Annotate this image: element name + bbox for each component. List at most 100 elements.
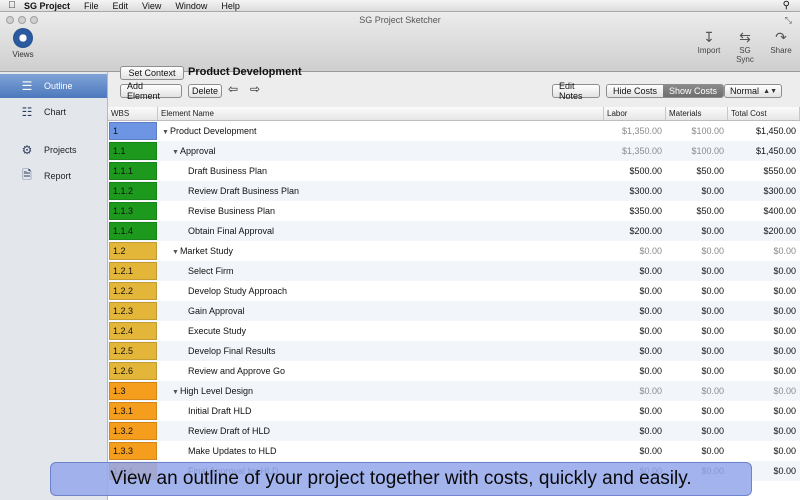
header-wbs[interactable]: WBS — [108, 107, 158, 120]
wbs-cell[interactable]: 1.1 — [109, 142, 157, 160]
table-row[interactable]: 1.2.4 Execute Study $0.00 $0.00 $0.00 — [108, 321, 800, 341]
element-name-cell[interactable]: ▼Product Development — [158, 126, 604, 136]
wbs-cell[interactable]: 1.3 — [109, 382, 157, 400]
element-name-cell[interactable]: Execute Study — [158, 326, 604, 336]
element-name-text: Gain Approval — [188, 306, 245, 316]
header-total-cost[interactable]: Total Cost — [728, 107, 800, 120]
header-element-name[interactable]: Element Name — [158, 107, 604, 120]
element-name-text: Approval — [179, 146, 216, 156]
sidebar-item-report[interactable]: 🗎 Report — [0, 164, 107, 188]
wbs-cell[interactable]: 1.2.1 — [109, 262, 157, 280]
table-row[interactable]: 1.3.2 Review Draft of HLD $0.00 $0.00 $0.00 — [108, 421, 800, 441]
labor-cell: $0.00 — [639, 266, 662, 276]
element-name-text: High Level Design — [179, 386, 253, 396]
table-row[interactable]: 1.3.3 Make Updates to HLD $0.00 $0.00 $0.00 — [108, 441, 800, 461]
outdent-arrow-icon[interactable]: ⇦ — [228, 82, 238, 96]
table-row[interactable]: 1.2.5 Develop Final Results $0.00 $0.00 $0.0… — [108, 341, 800, 361]
edit-notes-button[interactable]: Edit Notes — [552, 81, 600, 101]
element-name-cell[interactable]: Select Firm — [158, 266, 604, 276]
element-name-cell[interactable]: Review Draft of HLD — [158, 426, 604, 436]
table-row[interactable]: 1.1.3 Revise Business Plan $350.00 $50.00 $4… — [108, 201, 800, 221]
wbs-cell[interactable]: 1.1.1 — [109, 162, 157, 180]
element-name-cell[interactable]: Revise Business Plan — [158, 206, 604, 216]
wbs-cell[interactable]: 1 — [109, 122, 157, 140]
element-name-cell[interactable]: Review Draft Business Plan — [158, 186, 604, 196]
views-button[interactable]: Views — [8, 28, 38, 59]
import-button[interactable]: ↧ Import — [696, 28, 722, 64]
spotlight-search-icon[interactable]: ⚲ — [783, 0, 790, 11]
materials-cell: $0.00 — [701, 306, 724, 316]
table-row[interactable]: 1.2.2 Develop Study Approach $0.00 $0.00 $0.… — [108, 281, 800, 301]
wbs-cell[interactable]: 1.3.2 — [109, 422, 157, 440]
table-row[interactable]: 1.1.2 Review Draft Business Plan $300.00 $0… — [108, 181, 800, 201]
menu-view[interactable]: View — [142, 1, 161, 11]
element-name-cell[interactable]: Make Updates to HLD — [158, 446, 604, 456]
disclosure-triangle-icon[interactable]: ▼ — [172, 389, 179, 396]
element-name-cell[interactable]: Initial Draft HLD — [158, 406, 604, 416]
table-row[interactable]: 1.2.1 Select Firm $0.00 $0.00 $0.00 — [108, 261, 800, 281]
element-name-text: Product Development — [169, 126, 257, 136]
element-name-cell[interactable]: Develop Final Results — [158, 346, 604, 356]
menu-file[interactable]: File — [84, 1, 99, 11]
sidebar: ☰ Outline ☷ Chart ⚙ Projects 🗎 Report — [0, 72, 108, 500]
menu-window[interactable]: Window — [175, 1, 207, 11]
table-row[interactable]: 1.1.4 Obtain Final Approval $200.00 $0.00 $2… — [108, 221, 800, 241]
menu-app-name[interactable]: SG Project — [24, 1, 70, 11]
apple-icon[interactable]:  — [0, 0, 24, 11]
element-name-cell[interactable]: ▼Approval — [158, 146, 604, 156]
element-name-cell[interactable]: Review and Approve Go — [158, 366, 604, 376]
wbs-cell[interactable]: 1.1.3 — [109, 202, 157, 220]
sg-sync-button[interactable]: ⇆ SG Sync — [732, 28, 758, 64]
header-labor[interactable]: Labor — [604, 107, 666, 120]
sidebar-item-outline[interactable]: ☰ Outline — [0, 74, 107, 98]
disclosure-triangle-icon[interactable]: ▼ — [172, 149, 179, 156]
total-cost-cell: $0.00 — [773, 426, 796, 436]
menu-help[interactable]: Help — [221, 1, 240, 11]
wbs-cell[interactable]: 1.2.2 — [109, 282, 157, 300]
indent-arrow-icon[interactable]: ⇨ — [250, 82, 260, 96]
hide-costs-button[interactable]: Hide Costs — [607, 85, 664, 97]
disclosure-triangle-icon[interactable]: ▼ — [172, 249, 179, 256]
delete-button[interactable]: Delete — [188, 84, 222, 98]
menu-edit[interactable]: Edit — [113, 1, 129, 11]
add-element-button[interactable]: Add Element — [120, 81, 182, 101]
table-row[interactable]: 1.3.1 Initial Draft HLD $0.00 $0.00 $0.00 — [108, 401, 800, 421]
wbs-cell[interactable]: 1.3.3 — [109, 442, 157, 460]
wbs-cell[interactable]: 1.2.4 — [109, 322, 157, 340]
wbs-cell[interactable]: 1.3.1 — [109, 402, 157, 420]
element-name-cell[interactable]: ▼Market Study — [158, 246, 604, 256]
sidebar-item-label: Outline — [44, 81, 73, 91]
element-name-cell[interactable]: Draft Business Plan — [158, 166, 604, 176]
context-title: Product Development — [188, 66, 302, 78]
wbs-cell[interactable]: 1.2.6 — [109, 362, 157, 380]
wbs-cell[interactable]: 1.2.5 — [109, 342, 157, 360]
gear-icon: ⚙ — [21, 143, 33, 157]
sidebar-item-projects[interactable]: ⚙ Projects — [0, 138, 107, 162]
disclosure-triangle-icon[interactable]: ▼ — [162, 129, 169, 136]
sidebar-item-chart[interactable]: ☷ Chart — [0, 100, 107, 124]
view-mode-select[interactable]: Normal ▲▼ — [724, 84, 782, 98]
table-row[interactable]: 1.1 ▼Approval $1,350.00 $100.00 $1,450.00 — [108, 141, 800, 161]
table-row[interactable]: 1.2.3 Gain Approval $0.00 $0.00 $0.00 — [108, 301, 800, 321]
show-costs-button[interactable]: Show Costs — [663, 85, 724, 97]
header-materials[interactable]: Materials — [666, 107, 728, 120]
element-name-cell[interactable]: Gain Approval — [158, 306, 604, 316]
wbs-cell[interactable]: 1.2.3 — [109, 302, 157, 320]
materials-cell: $0.00 — [701, 186, 724, 196]
table-row[interactable]: 1.2 ▼Market Study $0.00 $0.00 $0.00 — [108, 241, 800, 261]
labor-cell: $0.00 — [639, 386, 662, 396]
fullscreen-icon[interactable]: ⤡ — [785, 15, 792, 26]
labor-cell: $0.00 — [639, 446, 662, 456]
table-row[interactable]: 1.2.6 Review and Approve Go $0.00 $0.00 $0.0… — [108, 361, 800, 381]
table-row[interactable]: 1 ▼Product Development $1,350.00 $100.00 $1,… — [108, 121, 800, 141]
element-name-cell[interactable]: ▼High Level Design — [158, 386, 604, 396]
table-row[interactable]: 1.1.1 Draft Business Plan $500.00 $50.00 $55… — [108, 161, 800, 181]
wbs-cell[interactable]: 1.2 — [109, 242, 157, 260]
share-button[interactable]: ↷ Share — [768, 28, 794, 64]
set-context-button[interactable]: Set Context — [120, 66, 184, 80]
element-name-cell[interactable]: Develop Study Approach — [158, 286, 604, 296]
table-row[interactable]: 1.3 ▼High Level Design $0.00 $0.00 $0.00 — [108, 381, 800, 401]
element-name-cell[interactable]: Obtain Final Approval — [158, 226, 604, 236]
wbs-cell[interactable]: 1.1.2 — [109, 182, 157, 200]
wbs-cell[interactable]: 1.1.4 — [109, 222, 157, 240]
